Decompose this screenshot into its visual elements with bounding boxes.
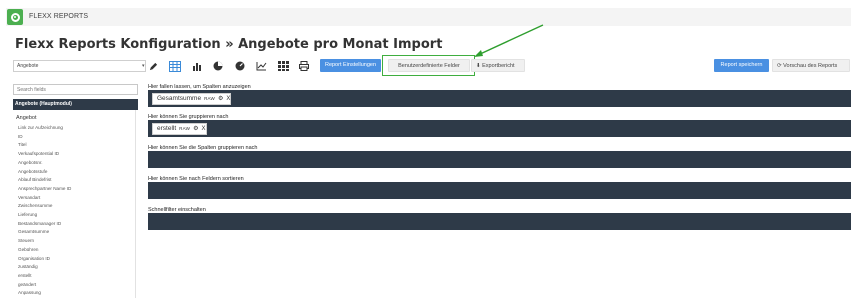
sidebar-scrollbar[interactable] xyxy=(135,110,138,298)
close-icon[interactable]: X xyxy=(201,126,205,132)
export-button-label: Exportbericht xyxy=(482,63,515,69)
raw-tag: RAW xyxy=(179,126,191,131)
gear-icon[interactable]: ⚙ xyxy=(193,126,198,132)
field-list-item[interactable]: Steuern xyxy=(18,238,34,243)
column-chip[interactable]: Gesamtsumme RAW ⚙ X xyxy=(152,93,232,105)
page-title: Flexx Reports Konfiguration » Angebote p… xyxy=(15,37,443,52)
print-icon[interactable] xyxy=(297,59,311,73)
group-drop-zone[interactable] xyxy=(148,120,851,137)
table-icon[interactable] xyxy=(168,59,182,73)
pencil-icon[interactable] xyxy=(146,59,160,73)
highlight-frame xyxy=(382,55,475,76)
raw-tag: RAW xyxy=(204,96,216,101)
bar-chart-icon[interactable] xyxy=(190,59,204,73)
pie-chart-icon[interactable] xyxy=(211,59,225,73)
search-fields-input[interactable] xyxy=(13,84,138,95)
field-list-item[interactable]: geändert xyxy=(18,282,36,287)
gauge-icon[interactable] xyxy=(233,59,247,73)
field-list-item[interactable]: Ablauf Bindefrist xyxy=(18,177,51,182)
field-list-item[interactable]: Angebotsnr. xyxy=(18,160,43,165)
export-button[interactable]: ⬇ Exportbericht xyxy=(471,59,525,72)
field-list-item[interactable]: Versandart xyxy=(18,195,40,200)
line-chart-icon[interactable] xyxy=(254,59,268,73)
field-list-item[interactable]: ID xyxy=(18,134,23,139)
column-chip-name: Gesamtsumme xyxy=(157,95,202,102)
field-list-item[interactable]: Gesamtsumme xyxy=(18,229,49,234)
report-settings-button[interactable]: Report Einstellungen xyxy=(320,59,381,72)
quickfilter-drop-zone[interactable] xyxy=(148,213,851,230)
field-list-item[interactable]: Link zur Aufzeichnung xyxy=(18,125,63,130)
top-bar xyxy=(0,0,851,30)
field-group-label[interactable]: Angebot xyxy=(16,115,37,121)
field-list-item[interactable]: Titel xyxy=(18,142,27,147)
field-list-item[interactable]: Zwischensumme xyxy=(18,203,52,208)
download-icon: ⬇ xyxy=(476,63,481,69)
field-list-item[interactable]: Ansprechpartner Name ID xyxy=(18,186,71,191)
group-columns-drop-zone[interactable] xyxy=(148,151,851,168)
logo-icon[interactable] xyxy=(7,9,23,25)
close-icon[interactable]: X xyxy=(226,96,230,102)
module-tree-header[interactable]: Angebote (Hauptmodul) xyxy=(13,99,138,110)
preview-report-button[interactable]: ⟳ Vorschau des Reports xyxy=(772,59,850,72)
save-report-button[interactable]: Report speichern xyxy=(714,59,769,72)
grid-icon[interactable] xyxy=(276,59,290,73)
field-list-item[interactable]: erstellt xyxy=(18,273,32,278)
group-chip-name: erstellt xyxy=(157,125,177,132)
field-list-item[interactable]: zuständig xyxy=(18,264,38,269)
field-list-item[interactable]: Lieferung xyxy=(18,212,37,217)
columns-drop-zone[interactable] xyxy=(148,90,851,107)
field-list-item[interactable]: Verkaufspotential ID xyxy=(18,151,59,156)
annotation-arrow xyxy=(474,24,544,57)
top-bar-background xyxy=(6,8,851,26)
refresh-icon: ⟳ xyxy=(777,63,782,69)
group-chip[interactable]: erstellt RAW ⚙ X xyxy=(152,123,207,135)
module-select[interactable]: Angebote xyxy=(13,60,146,72)
field-list-item[interactable]: Bestandsmanager ID xyxy=(18,221,61,226)
preview-report-label: Vorschau des Reports xyxy=(783,63,838,69)
field-list-item[interactable]: Angebotsstufe xyxy=(18,169,47,174)
sort-drop-zone[interactable] xyxy=(148,182,851,199)
field-list-item[interactable]: Gebühren xyxy=(18,247,38,252)
gear-icon[interactable]: ⚙ xyxy=(218,96,223,102)
field-list-item[interactable]: Organisation ID xyxy=(18,256,50,261)
brand-name: FLEXX REPORTS xyxy=(29,13,89,20)
field-list-item[interactable]: Anpassung xyxy=(18,290,41,295)
chevron-down-icon: ▾ xyxy=(142,63,145,69)
